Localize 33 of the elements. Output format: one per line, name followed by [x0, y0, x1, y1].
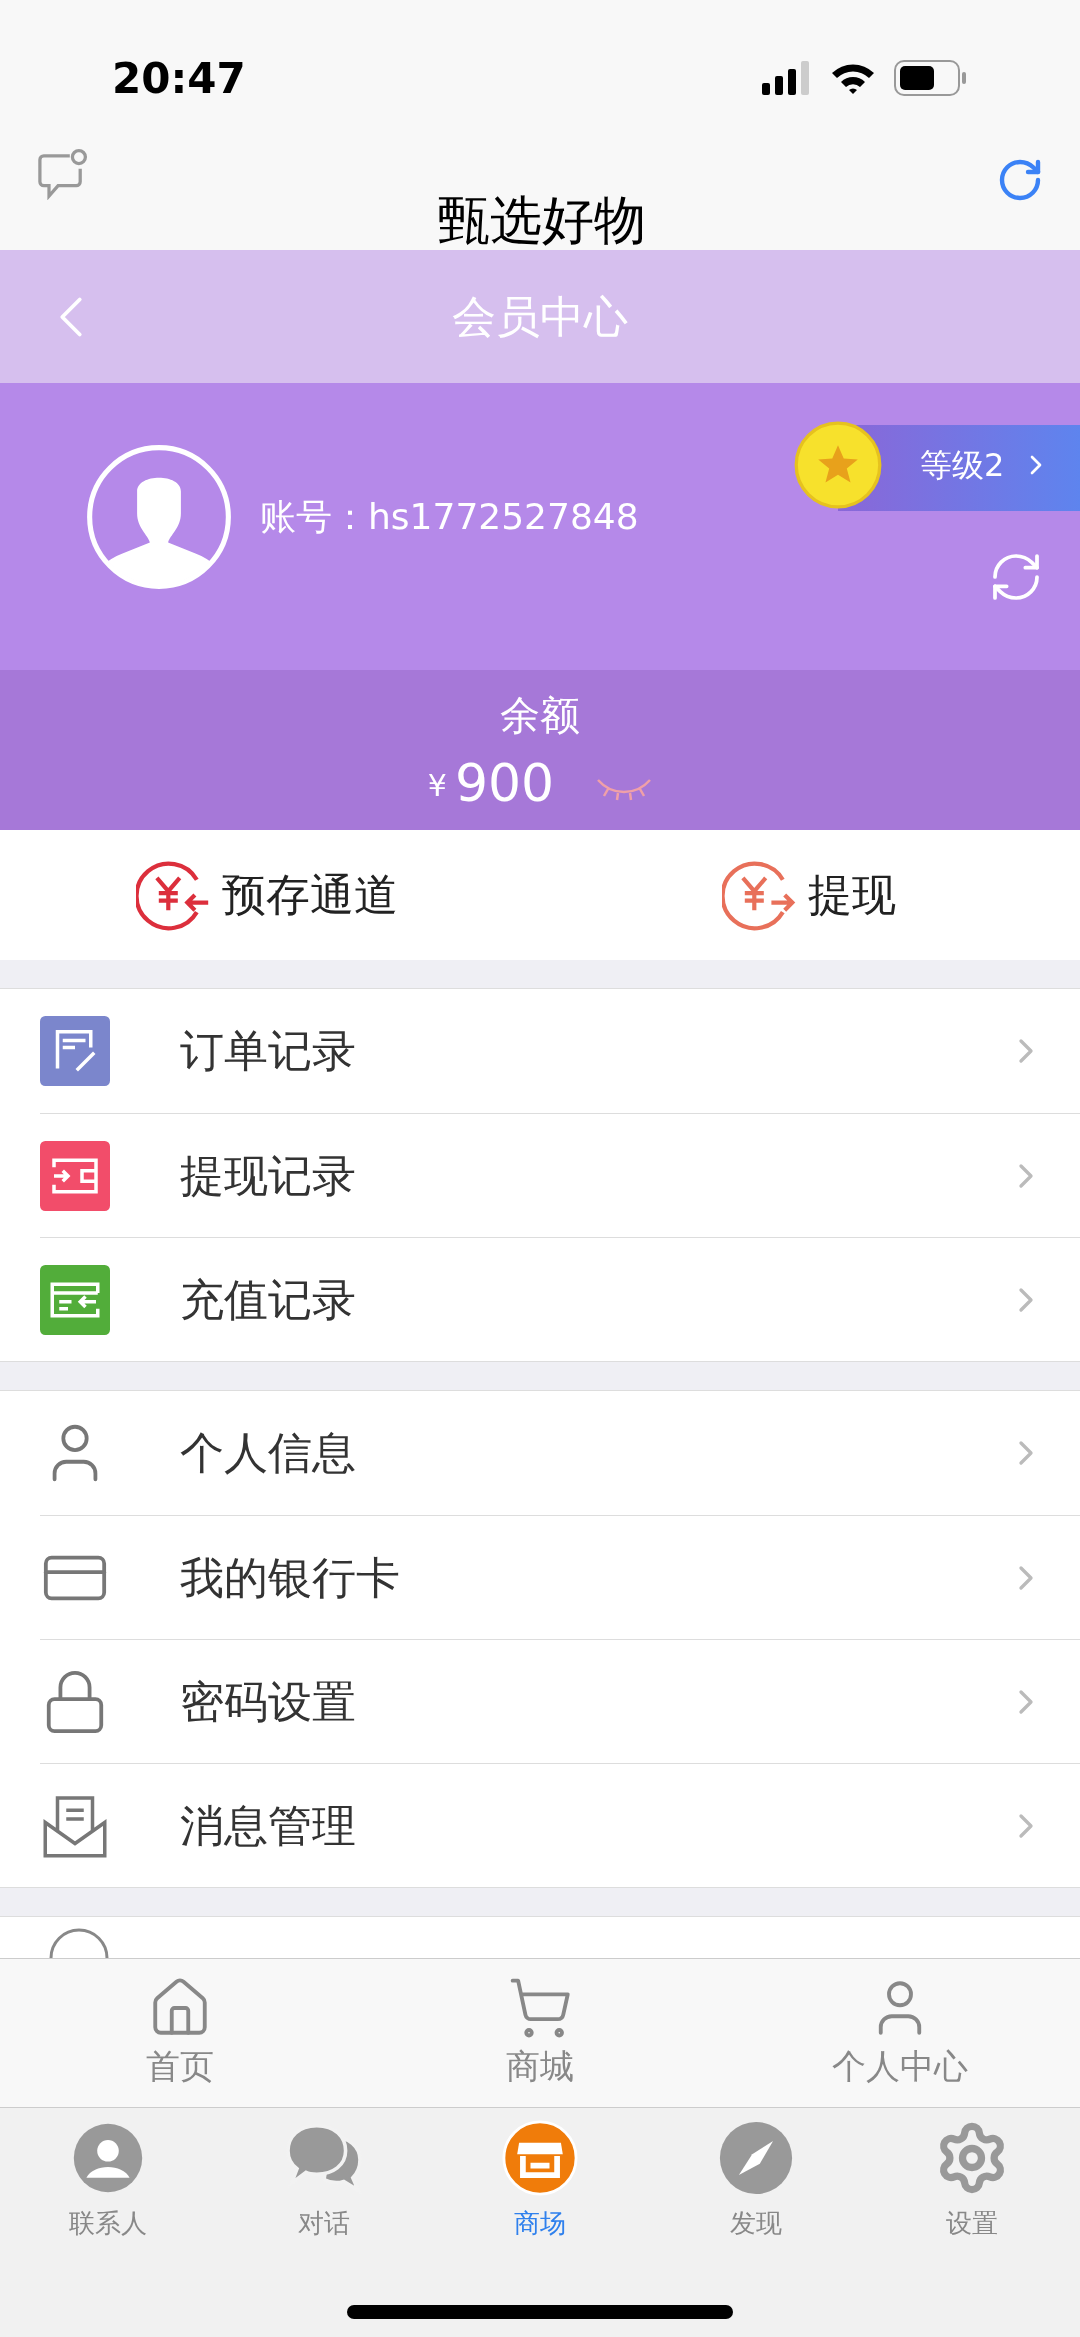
message-icon: [36, 148, 88, 200]
menu-label: 提现记录: [180, 1148, 357, 1203]
menu-item[interactable]: 密码设置: [40, 1639, 1080, 1763]
menu-label: 我的银行卡: [180, 1550, 401, 1605]
action-button[interactable]: 预存通道: [136, 857, 398, 933]
balance-label: 余额: [500, 690, 580, 740]
level-button[interactable]: 等级2: [794, 419, 1080, 511]
menu-label: 充值记录: [180, 1272, 357, 1327]
menu-item[interactable]: 个人信息: [0, 1391, 1080, 1515]
compass-icon: [718, 2120, 794, 2196]
star-coin-icon: [794, 421, 882, 509]
menu-item[interactable]: 充值记录: [40, 1237, 1080, 1361]
menu-label: 个人信息: [180, 1426, 357, 1480]
menu-item[interactable]: 我的银行卡: [40, 1515, 1080, 1639]
battery-icon: [894, 60, 968, 96]
menu-item[interactable]: 订单记录: [0, 989, 1080, 1113]
balance-amount: 900: [454, 751, 555, 815]
menu-item[interactable]: 消息管理: [40, 1763, 1080, 1887]
account-text: 账号：hs1772527848: [260, 494, 639, 539]
wifi-icon: [830, 61, 876, 95]
status-time: 20:47: [112, 52, 246, 105]
action-button[interactable]: 提现: [722, 857, 896, 933]
menu-label: 消息管理: [180, 1798, 357, 1853]
menu-item[interactable]: 提现记录: [40, 1113, 1080, 1237]
menu-label: 密码设置: [180, 1674, 357, 1729]
contact-icon: [72, 2122, 144, 2194]
signal-icon: [762, 61, 812, 95]
page-title: 会员中心: [452, 289, 628, 344]
menu-label: 订单记录: [180, 1024, 357, 1078]
avatar-icon: [86, 443, 232, 590]
currency-symbol: ¥: [427, 766, 447, 805]
app-title: 甄选好物: [438, 194, 646, 246]
store-icon: [502, 2120, 578, 2196]
